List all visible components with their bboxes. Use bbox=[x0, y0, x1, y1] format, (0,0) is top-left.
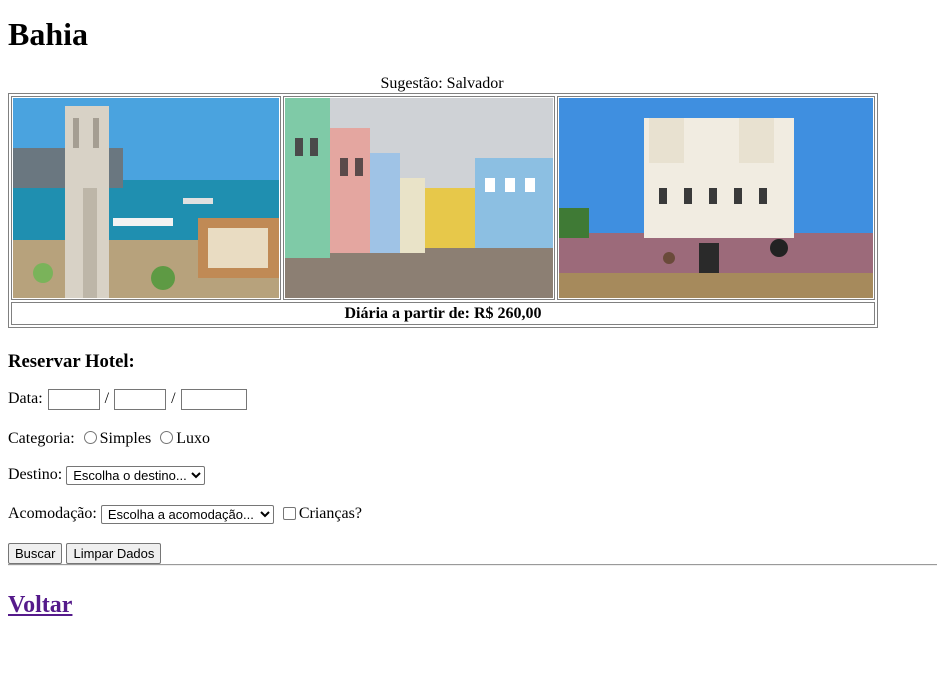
photo-cell bbox=[283, 96, 555, 300]
accommodation-label: Acomodação: bbox=[8, 505, 97, 523]
category-simples-label[interactable]: Simples bbox=[100, 430, 152, 447]
category-luxo-radio[interactable] bbox=[160, 431, 174, 445]
accommodation-select[interactable]: Escolha a acomodação... bbox=[100, 505, 274, 524]
date-row: Data: / / bbox=[8, 389, 248, 410]
price-cell: Diária a partir de: R$ 260,00 bbox=[11, 302, 875, 325]
gallery-caption: Sugestão: Salvador bbox=[380, 75, 504, 92]
reservation-heading: Reservar Hotel: bbox=[8, 351, 135, 372]
category-simples-radio[interactable] bbox=[83, 431, 97, 445]
destination-select[interactable]: Escolha o destino... bbox=[66, 466, 206, 485]
date-separator: / bbox=[171, 390, 176, 408]
pelourinho-photo bbox=[285, 98, 553, 298]
photo-cell bbox=[557, 96, 875, 300]
page-title: Bahia bbox=[8, 16, 89, 52]
back-link[interactable]: Voltar bbox=[8, 592, 72, 619]
category-label: Categoria: bbox=[8, 430, 75, 447]
date-year-input[interactable] bbox=[180, 389, 247, 410]
destination-row: Destino: Escolha o destino... bbox=[8, 466, 206, 485]
date-label: Data: bbox=[8, 390, 43, 408]
bonfim-church-photo bbox=[559, 98, 873, 298]
button-row: Buscar Limpar Dados bbox=[8, 543, 165, 564]
divider bbox=[8, 564, 937, 566]
destination-label: Destino: bbox=[8, 466, 63, 484]
elevator-lacerda-photo bbox=[13, 98, 279, 298]
accommodation-row: Acomodação: Escolha a acomodação... Cria… bbox=[8, 505, 362, 524]
date-separator: / bbox=[104, 390, 110, 408]
date-month-input[interactable] bbox=[114, 389, 167, 410]
photo-gallery: Sugestão: Salvador Diária a partir de: R… bbox=[8, 75, 878, 328]
children-label[interactable]: Crianças? bbox=[299, 505, 362, 522]
search-button[interactable]: Buscar bbox=[8, 543, 63, 564]
date-day-input[interactable] bbox=[47, 389, 100, 410]
reservation-heading-wrap: Reservar Hotel: bbox=[8, 351, 135, 373]
photo-cell bbox=[11, 96, 281, 300]
category-luxo-label[interactable]: Luxo bbox=[176, 430, 210, 447]
gallery-table: Diária a partir de: R$ 260,00 bbox=[8, 93, 878, 328]
category-row: Categoria: Simples Luxo bbox=[8, 430, 210, 448]
children-checkbox[interactable] bbox=[282, 506, 296, 520]
clear-button[interactable]: Limpar Dados bbox=[66, 543, 162, 564]
